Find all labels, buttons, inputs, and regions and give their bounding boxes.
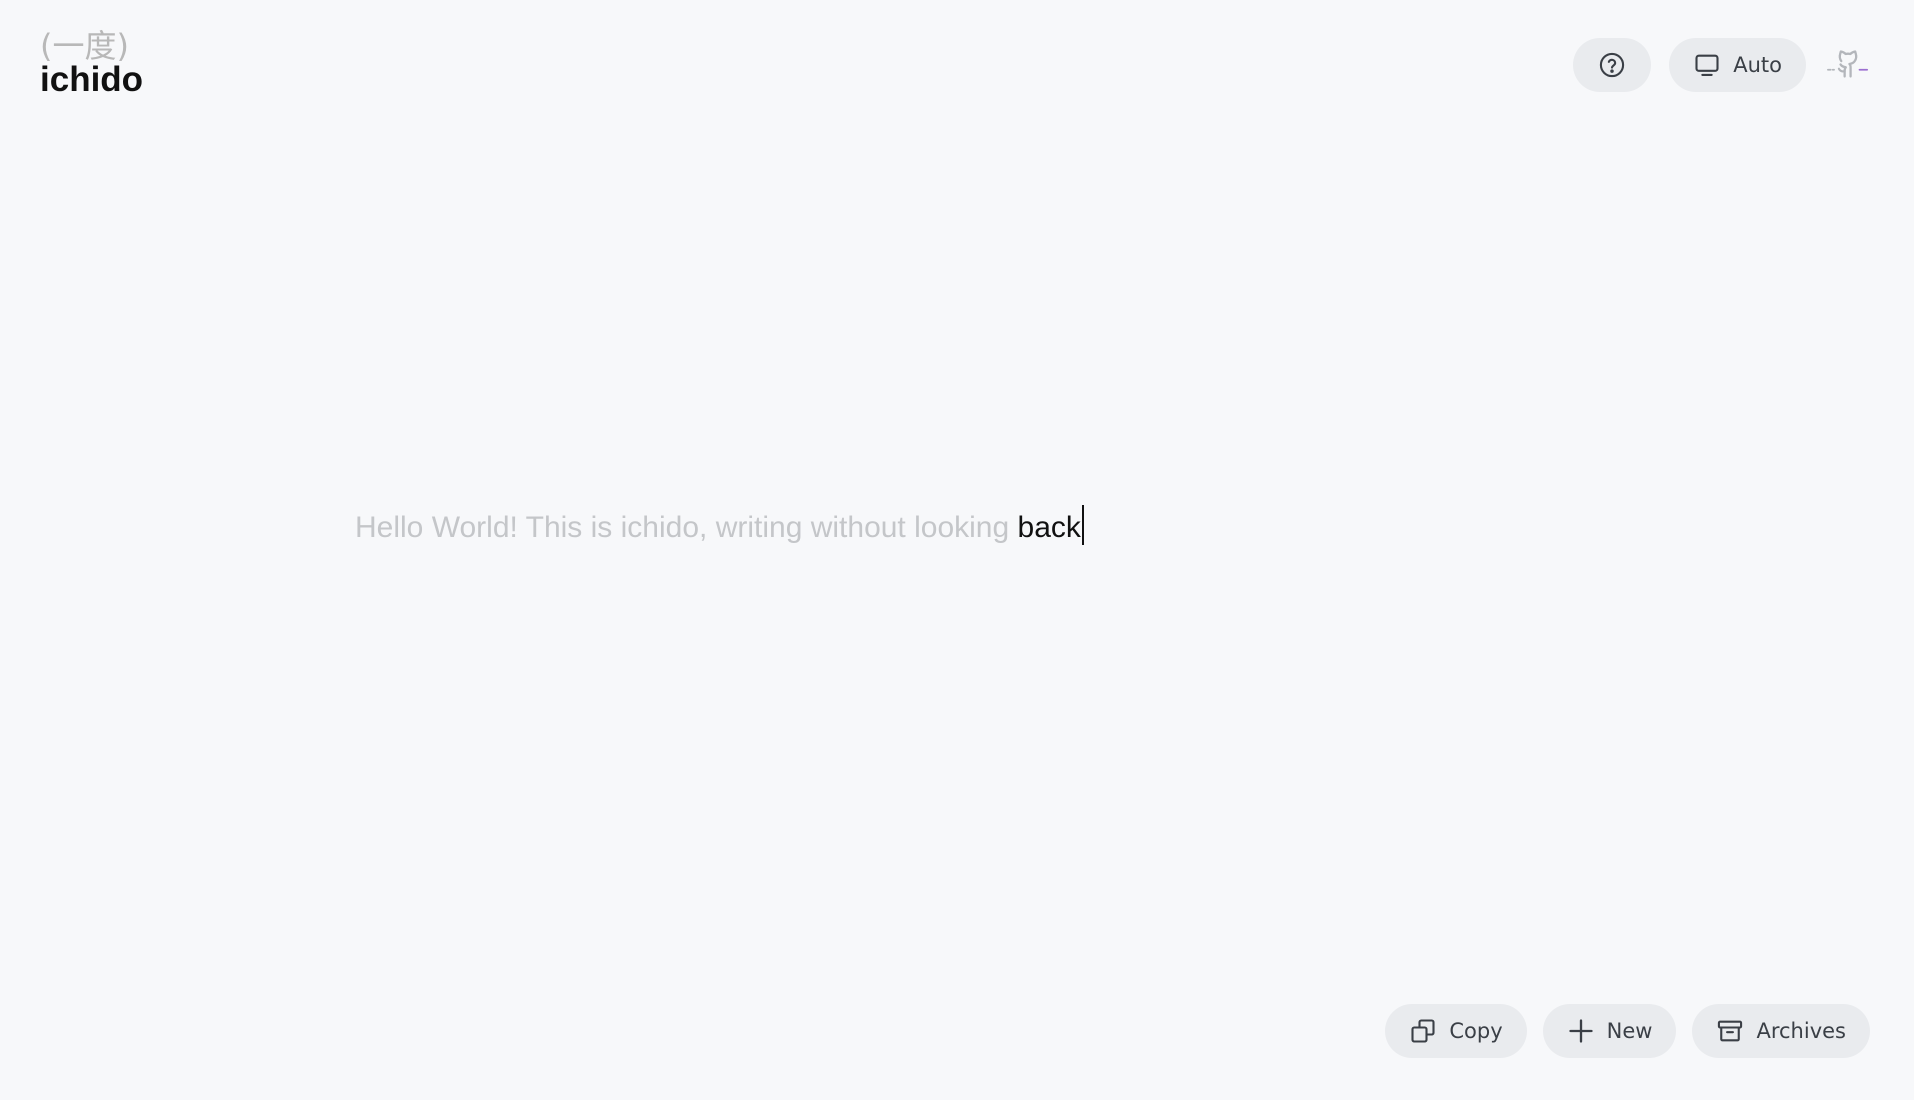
plus-icon xyxy=(1567,1017,1595,1045)
copy-label: Copy xyxy=(1449,1019,1503,1043)
writing-area[interactable]: Hello World! This is ichido, writing wit… xyxy=(355,505,1084,551)
logo: (一度) ichido xyxy=(40,26,143,98)
help-button[interactable] xyxy=(1573,38,1652,92)
logo-name: ichido xyxy=(40,60,144,99)
top-controls: Auto xyxy=(1573,38,1872,92)
copy-button[interactable]: Copy xyxy=(1385,1004,1527,1058)
monitor-icon xyxy=(1693,51,1721,79)
theme-toggle-button[interactable]: Auto xyxy=(1669,38,1806,92)
new-label: New xyxy=(1606,1019,1653,1043)
previous-text: Hello World! This is ichido, writing wit… xyxy=(355,511,1010,544)
current-word: back xyxy=(1017,511,1081,544)
bottom-toolbar: Copy New Archives xyxy=(1385,1004,1870,1058)
app-root: (一度) ichido Auto Hello World! This is ic… xyxy=(0,0,1914,1100)
github-octocat-icon xyxy=(1825,40,1871,91)
text-caret xyxy=(1081,505,1084,545)
copy-icon xyxy=(1409,1017,1437,1045)
theme-label: Auto xyxy=(1733,53,1782,77)
archives-label: Archives xyxy=(1756,1019,1846,1043)
help-circle-icon xyxy=(1598,51,1626,79)
new-button[interactable]: New xyxy=(1542,1004,1677,1058)
github-link[interactable] xyxy=(1824,41,1872,89)
archive-box-icon xyxy=(1716,1017,1744,1045)
archives-button[interactable]: Archives xyxy=(1692,1004,1870,1058)
